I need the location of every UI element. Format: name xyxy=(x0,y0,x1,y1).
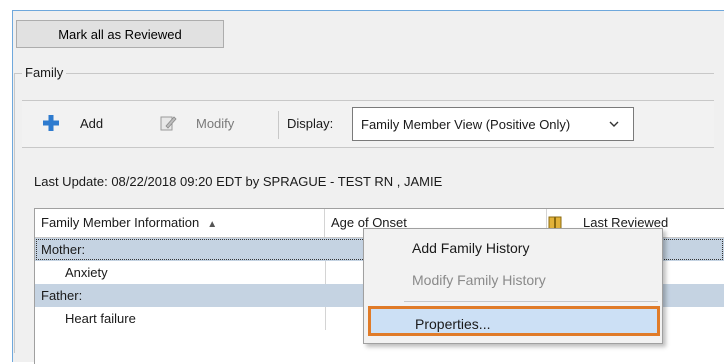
plus-icon[interactable] xyxy=(42,114,60,132)
row-label: Father: xyxy=(41,288,83,303)
menu-item-add-family-history[interactable]: Add Family History xyxy=(364,233,662,263)
display-label: Display: xyxy=(287,116,334,131)
family-toolbar: Add Modify Display: Family Member View (… xyxy=(22,100,714,148)
edit-document-icon xyxy=(160,116,177,131)
mark-all-reviewed-button[interactable]: Mark all as Reviewed xyxy=(16,20,224,48)
chevron-down-icon xyxy=(609,121,619,127)
sort-ascending-icon: ▲ xyxy=(207,219,218,230)
menu-separator xyxy=(404,301,658,302)
add-button[interactable]: Add xyxy=(80,116,103,131)
column-divider xyxy=(325,261,326,284)
column-header-label: Family Member Information xyxy=(41,215,200,230)
menu-item-modify-family-history: Modify Family History xyxy=(412,272,546,288)
modify-button: Modify xyxy=(196,116,235,131)
row-label: Mother: xyxy=(41,242,86,257)
row-label: Anxiety xyxy=(65,265,108,280)
toolbar-divider xyxy=(278,111,279,139)
row-label: Heart failure xyxy=(65,311,136,326)
column-divider xyxy=(325,307,326,330)
family-group-label: Family xyxy=(22,65,67,80)
context-menu: Add Family History Modify Family History… xyxy=(363,228,663,344)
column-header-family-member[interactable]: Family Member Information ▲ xyxy=(35,209,325,237)
menu-item-properties[interactable]: Properties... xyxy=(368,306,660,336)
display-select[interactable]: Family Member View (Positive Only) xyxy=(352,107,634,141)
last-update-text: Last Update: 08/22/2018 09:20 EDT by SPR… xyxy=(34,174,443,189)
display-select-value: Family Member View (Positive Only) xyxy=(361,116,571,132)
